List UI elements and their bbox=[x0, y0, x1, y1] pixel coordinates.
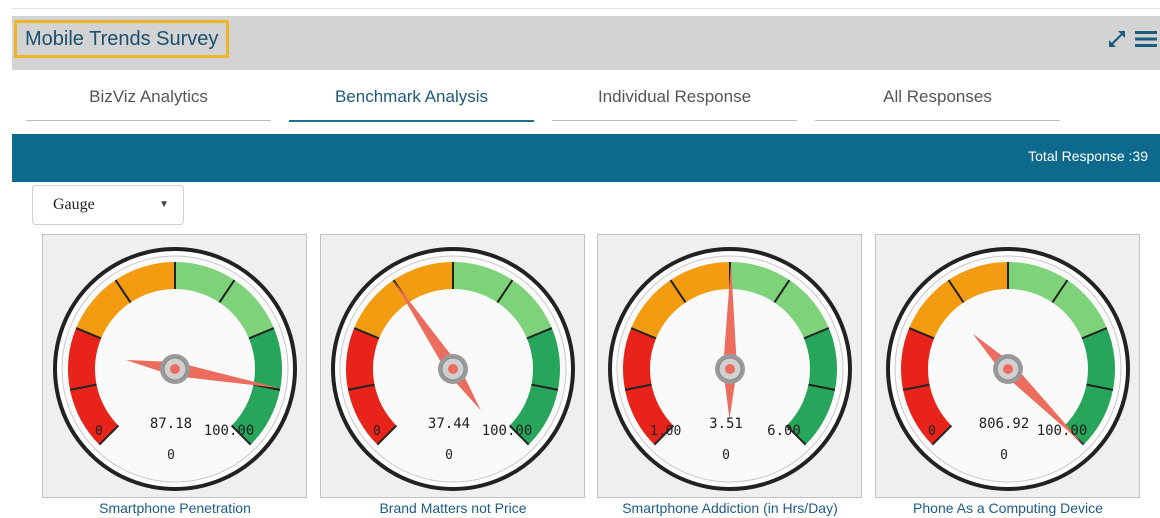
dashboard-title: Mobile Trends Survey bbox=[14, 20, 230, 58]
gauge-card: 0 100.00 806.92 0 bbox=[875, 234, 1140, 498]
gauge-max-label: 6.00 bbox=[767, 423, 801, 439]
gauge-sub-label: 0 bbox=[445, 448, 453, 463]
tab-bizviz-analytics[interactable]: BizViz Analytics bbox=[26, 78, 271, 121]
tab-individual-response[interactable]: Individual Response bbox=[552, 78, 797, 121]
gauge-card: 0 100.00 87.18 0 bbox=[42, 234, 307, 498]
gauge-hub-center bbox=[1003, 364, 1013, 374]
top-divider bbox=[12, 8, 1160, 9]
gauge-hub-center bbox=[170, 364, 180, 374]
gauge-title: Brand Matters not Price bbox=[379, 500, 527, 516]
tab-bar: BizViz Analytics Benchmark Analysis Indi… bbox=[26, 78, 1060, 122]
header-icons bbox=[1106, 28, 1158, 55]
gauge-max-label: 100.00 bbox=[1037, 423, 1088, 439]
gauge-sub-label: 0 bbox=[722, 448, 730, 463]
tab-benchmark-analysis[interactable]: Benchmark Analysis bbox=[289, 78, 534, 122]
gauge-sub-label: 0 bbox=[167, 448, 175, 463]
gauge-min-label: 0 bbox=[928, 424, 936, 439]
tab-all-responses[interactable]: All Responses bbox=[815, 78, 1060, 121]
gauge-value-label: 3.51 bbox=[709, 416, 743, 432]
total-response-count: Total Response :39 bbox=[1028, 148, 1148, 164]
chart-type-select[interactable]: Gauge ▼ bbox=[32, 185, 184, 225]
gauge-title: Phone As a Computing Device bbox=[913, 500, 1103, 516]
gauge-title: Smartphone Addiction (in Hrs/Day) bbox=[622, 500, 838, 516]
gauge-max-label: 100.00 bbox=[482, 423, 533, 439]
gauge-value-label: 806.92 bbox=[979, 416, 1030, 432]
gauge-chart: 0 100.00 87.18 0 bbox=[53, 247, 297, 491]
gauge-chart: 1.00 6.00 3.51 0 bbox=[608, 247, 852, 491]
gauge-card: 0 100.00 37.44 0 bbox=[320, 234, 585, 498]
gauge-sub-label: 0 bbox=[1000, 448, 1008, 463]
response-banner: Total Response :39 bbox=[12, 134, 1160, 182]
gauge-chart: 0 100.00 806.92 0 bbox=[886, 247, 1130, 491]
gauge-max-label: 100.00 bbox=[204, 423, 255, 439]
gauge-min-label: 1.00 bbox=[650, 424, 681, 439]
expand-arrows-icon[interactable] bbox=[1106, 28, 1128, 55]
gauge-hub-center bbox=[725, 364, 735, 374]
gauge-value-label: 87.18 bbox=[150, 416, 192, 432]
gauge-card: 1.00 6.00 3.51 0 bbox=[597, 234, 862, 498]
chart-type-value: Gauge bbox=[53, 196, 95, 213]
gauge-title: Smartphone Penetration bbox=[99, 500, 251, 516]
gauge-min-label: 0 bbox=[95, 424, 103, 439]
gauge-value-label: 37.44 bbox=[428, 416, 470, 432]
gauge-min-label: 0 bbox=[373, 424, 381, 439]
hamburger-menu-icon[interactable] bbox=[1134, 28, 1158, 55]
gauge-hub-center bbox=[448, 364, 458, 374]
dashboard-header: Mobile Trends Survey bbox=[12, 16, 1160, 70]
gauge-chart: 0 100.00 37.44 0 bbox=[331, 247, 575, 491]
chevron-down-icon: ▼ bbox=[159, 199, 169, 210]
